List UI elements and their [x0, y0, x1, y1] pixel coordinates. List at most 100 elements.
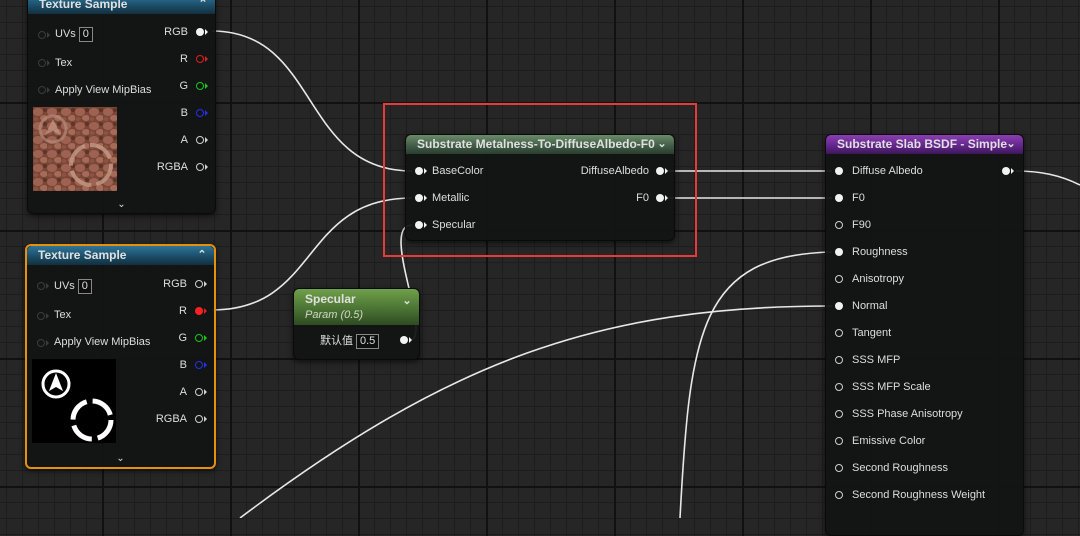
specular-param-node[interactable]: Specular Param (0.5) ⌄ 默认值 0.5 [293, 288, 420, 360]
g-output-pin[interactable] [195, 334, 203, 342]
node-header[interactable]: Substrate Slab BSDF - Simple ⌄ [826, 135, 1023, 154]
pin-arrow-icon [205, 110, 208, 116]
rgba-label: RGBA [155, 413, 187, 425]
f90-input-pin[interactable] [835, 221, 843, 229]
pin-arrow-icon [409, 337, 412, 343]
node-title: Texture Sample [38, 248, 127, 262]
tex-input-pin[interactable] [38, 59, 46, 67]
pin-arrow-icon [46, 313, 49, 319]
rgba-output-pin[interactable] [195, 415, 203, 423]
pin-arrow-icon [204, 362, 207, 368]
pin-arrow-icon [204, 389, 207, 395]
second-roughness-input-pin[interactable] [835, 464, 843, 472]
mipbias-input-pin[interactable] [37, 339, 45, 347]
r-label: R [179, 305, 187, 317]
pin-arrow-icon [205, 83, 208, 89]
pin-arrow-icon [204, 281, 207, 287]
r-label: R [180, 53, 188, 65]
tex-label: Tex [55, 57, 73, 69]
texture-sample-node-1[interactable]: Texture Sample ⌃ UVs 0 Tex Apply View Mip… [27, 0, 216, 214]
sss-mfp-input-pin[interactable] [835, 356, 843, 364]
highlight-rectangle [383, 103, 697, 257]
pin-arrow-icon [47, 32, 50, 38]
g-label: G [179, 80, 188, 92]
node-header[interactable]: Texture Sample ⌃ [28, 0, 215, 14]
tex-input-pin[interactable] [37, 312, 45, 320]
node-header[interactable]: Texture Sample ⌃ [27, 246, 214, 265]
pin-arrow-icon [1011, 168, 1014, 174]
b-label: B [180, 107, 188, 119]
node-title: Texture Sample [39, 0, 128, 11]
mipbias-label: Apply View MipBias [55, 84, 152, 96]
f0-input-pin[interactable] [835, 194, 843, 202]
uvs-row: UVs 0 [54, 279, 92, 294]
roughness-label: Roughness [852, 246, 908, 258]
anisotropy-input-pin[interactable] [835, 275, 843, 283]
emissive-color-input-pin[interactable] [835, 437, 843, 445]
rgba-output-pin[interactable] [196, 163, 204, 171]
uvs-value[interactable]: 0 [77, 279, 92, 294]
collapse-icon[interactable]: ⌃ [197, 0, 209, 14]
pin-arrow-icon [204, 308, 207, 314]
rgb-output-pin[interactable] [195, 280, 203, 288]
b-output-pin[interactable] [195, 361, 203, 369]
sss-mfp-scale-input-pin[interactable] [835, 383, 843, 391]
normal-label: Normal [852, 300, 888, 312]
a-label: A [180, 134, 188, 146]
sss-phase-anisotropy-input-pin[interactable] [835, 410, 843, 418]
sss-phase-anisotropy-label: SSS Phase Anisotropy [852, 408, 963, 420]
second-roughness-weight-input-pin[interactable] [835, 491, 843, 499]
pin-arrow-icon [204, 416, 207, 422]
tangent-input-pin[interactable] [835, 329, 843, 337]
collapse-icon[interactable]: ⌄ [1005, 135, 1017, 154]
default-value-input[interactable]: 0.5 [356, 334, 380, 349]
pin-arrow-icon [46, 283, 49, 289]
node-title: Specular [305, 292, 356, 306]
f90-label: F90 [852, 219, 871, 231]
node-header[interactable]: Specular Param (0.5) ⌄ [294, 289, 419, 325]
a-output-pin[interactable] [195, 388, 203, 396]
pin-arrow-icon [205, 164, 208, 170]
chevron-down-icon[interactable]: ⌄ [117, 199, 125, 211]
texture-sample-node-2[interactable]: Texture Sample ⌃ UVs 0 Tex Apply View Mip… [25, 244, 216, 469]
pin-arrow-icon [205, 137, 208, 143]
g-output-pin[interactable] [196, 82, 204, 90]
second-roughness-weight-label: Second Roughness Weight [852, 489, 986, 501]
default-value-label: 默认值 [320, 335, 353, 347]
normal-input-pin[interactable] [835, 302, 843, 310]
diffuse-albedo-input-pin[interactable] [835, 167, 843, 175]
uvs-input-pin[interactable] [37, 282, 45, 290]
uvs-row: UVs 0 [55, 27, 93, 42]
pin-arrow-icon [205, 56, 208, 62]
uvs-label: UVs [55, 28, 76, 40]
sss-mfp-label: SSS MFP [852, 354, 901, 366]
pin-arrow-icon [204, 335, 207, 341]
b-output-pin[interactable] [196, 109, 204, 117]
wire-rgb-to-basecolor [211, 30, 413, 172]
collapse-icon[interactable]: ⌄ [401, 293, 413, 309]
mipbias-input-pin[interactable] [38, 86, 46, 94]
b-label: B [179, 359, 187, 371]
anisotropy-label: Anisotropy [852, 273, 904, 285]
node-title: Substrate Slab BSDF - Simple [837, 137, 1008, 151]
collapse-icon[interactable]: ⌃ [196, 246, 208, 265]
specular-output-pin[interactable] [400, 336, 408, 344]
rgb-output-pin[interactable] [196, 28, 204, 36]
r-output-pin[interactable] [196, 55, 204, 63]
f0-label: F0 [852, 192, 865, 204]
mipbias-label: Apply View MipBias [54, 336, 151, 348]
slab-bsdf-node[interactable]: Substrate Slab BSDF - Simple ⌄ Diffuse A… [825, 134, 1024, 536]
a-output-pin[interactable] [196, 136, 204, 144]
rgb-label: RGB [164, 26, 188, 38]
uvs-input-pin[interactable] [38, 31, 46, 39]
g-label: G [178, 332, 187, 344]
slab-output-pin[interactable] [1002, 167, 1010, 175]
chevron-down-icon[interactable]: ⌄ [116, 453, 124, 465]
rgba-label: RGBA [156, 161, 188, 173]
uvs-value[interactable]: 0 [78, 27, 93, 42]
pin-arrow-icon [47, 60, 50, 66]
sss-mfp-scale-label: SSS MFP Scale [852, 381, 931, 393]
diffuse-albedo-label: Diffuse Albedo [852, 165, 923, 177]
r-output-pin[interactable] [195, 307, 203, 315]
roughness-input-pin[interactable] [835, 248, 843, 256]
